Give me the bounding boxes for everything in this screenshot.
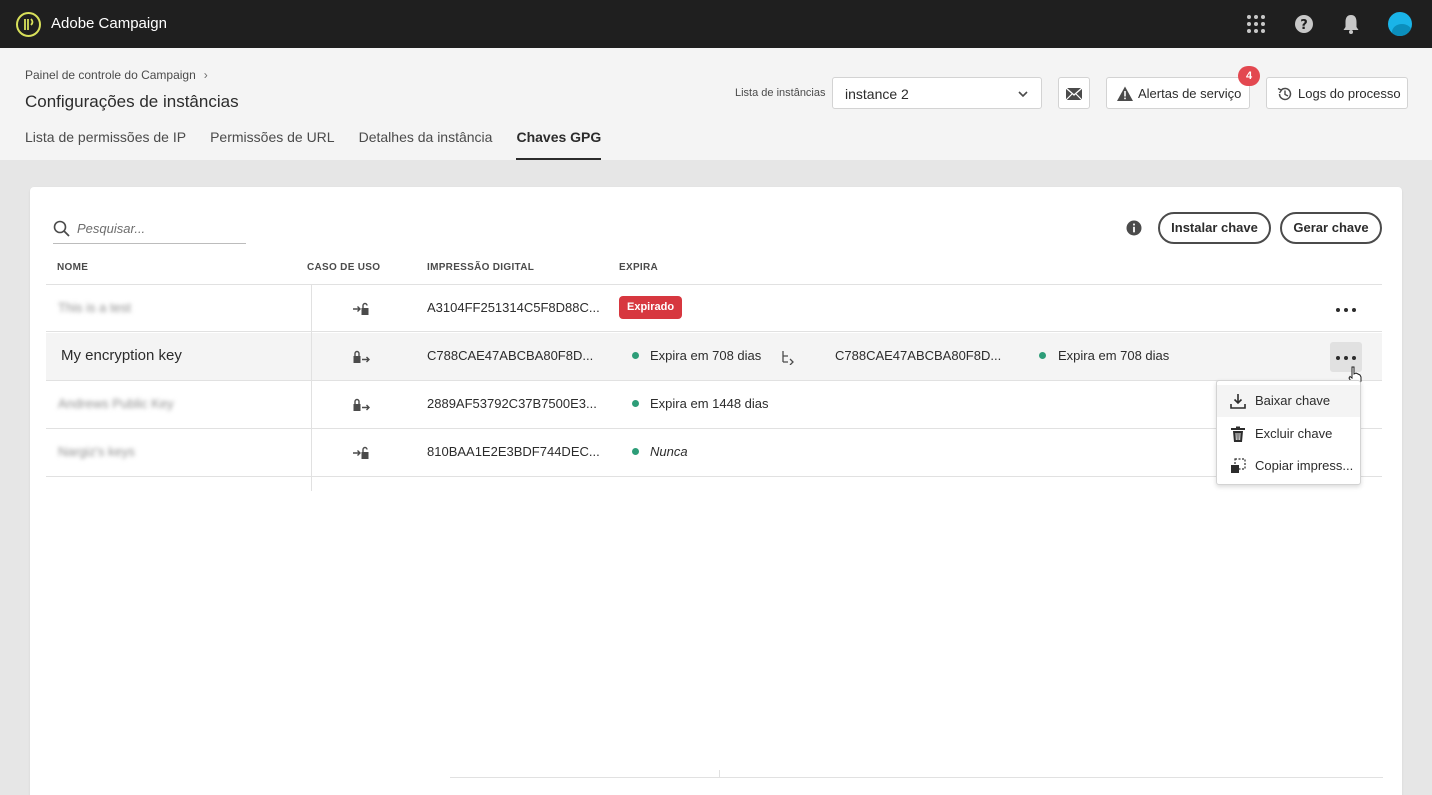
expired-badge: Expirado <box>619 296 683 319</box>
key-fingerprint: 2889AF53792C37B7500E3... <box>427 396 597 411</box>
gpg-keys-card: Pesquisar... Instalar chave Gerar chave … <box>30 187 1402 795</box>
chevron-right-icon: › <box>203 68 208 82</box>
app-title: Adobe Campaign <box>51 15 167 32</box>
ghost-expiry: Expira em 708 dias <box>1058 348 1170 363</box>
decrypt-key-icon <box>353 302 369 315</box>
process-logs-label: Logs do processo <box>1298 86 1401 101</box>
download-icon <box>1230 394 1246 409</box>
adobe-campaign-logo-icon[interactable] <box>16 12 41 37</box>
install-key-button[interactable]: Instalar chave <box>1158 212 1271 244</box>
apps-grid-icon[interactable] <box>1244 12 1268 36</box>
service-alerts-count-badge: 4 <box>1238 66 1260 86</box>
key-fingerprint: 810BAA1E2E3BDF744DEC... <box>427 444 600 459</box>
status-dot <box>1039 352 1046 359</box>
process-logs-button[interactable]: Logs do processo <box>1266 77 1408 109</box>
column-header-expires[interactable]: EXPIRA <box>619 262 658 273</box>
key-name: This is a test <box>58 300 131 315</box>
key-expiry: Expira em 708 dias <box>650 348 762 363</box>
mail-icon <box>1065 87 1083 101</box>
drag-ghost-icon <box>782 351 794 365</box>
column-header-use-case[interactable]: CASO DE USO <box>307 262 380 273</box>
menu-item-copy-fingerprint[interactable]: Copiar impress... <box>1217 450 1360 482</box>
instance-select-value: instance 2 <box>845 86 909 102</box>
ghost-fingerprint: C788CAE47ABCBA80F8D... <box>835 348 1002 363</box>
alert-triangle-icon <box>1117 86 1133 101</box>
key-fingerprint: C788CAE47ABCBA80F8D... <box>427 348 594 363</box>
generate-key-button[interactable]: Gerar chave <box>1280 212 1382 244</box>
key-expiry: Expira em 1448 dias <box>650 396 769 411</box>
decrypt-key-icon <box>353 446 369 459</box>
key-name: My encryption key <box>61 347 182 364</box>
page-header: Painel de controle do Campaign › Configur… <box>0 48 1432 160</box>
service-alerts-label: Alertas de serviço <box>1138 86 1242 101</box>
key-name: Nargiz's keys <box>58 444 135 459</box>
menu-item-label: Excluir chave <box>1255 426 1333 441</box>
tab-instance-details[interactable]: Detalhes da instância <box>359 129 493 160</box>
breadcrumb-parent[interactable]: Painel de controle do Campaign <box>25 68 196 82</box>
tab-bar: Lista de permissões de IP Permissões de … <box>25 129 625 160</box>
copy-icon <box>1231 458 1246 473</box>
menu-item-label: Baixar chave <box>1255 393 1331 408</box>
tab-ip-allowlist[interactable]: Lista de permissões de IP <box>25 129 186 160</box>
status-dot <box>632 400 639 407</box>
menu-item-delete-key[interactable]: Excluir chave <box>1217 418 1360 450</box>
service-alerts-button[interactable]: Alertas de serviço <box>1106 77 1250 109</box>
top-bar: Adobe Campaign ? <box>0 0 1432 48</box>
bell-icon[interactable] <box>1339 12 1363 36</box>
instance-select[interactable]: instance 2 <box>832 77 1042 109</box>
column-header-name[interactable]: NOME <box>57 262 88 273</box>
row-context-menu: Baixar chave Excluir chave Copiar impres… <box>1216 380 1361 485</box>
tab-gpg-keys[interactable]: Chaves GPG <box>516 129 601 160</box>
page-title: Configurações de instâncias <box>25 92 239 111</box>
breadcrumb[interactable]: Painel de controle do Campaign › <box>25 68 208 82</box>
history-clock-icon <box>1277 87 1292 101</box>
svg-text:?: ? <box>1300 18 1308 33</box>
key-name: Andrews Public Key <box>58 396 174 411</box>
table-row[interactable]: Nargiz's keys 810BAA1E2E3BDF744DEC... Nu… <box>46 429 1382 477</box>
tab-url-permissions[interactable]: Permissões de URL <box>210 129 335 160</box>
status-dot <box>632 352 639 359</box>
search-icon <box>53 220 70 237</box>
avatar[interactable] <box>1388 12 1412 36</box>
table-row[interactable]: This is a test A3104FF251314C5F8D88C... … <box>46 284 1382 332</box>
trash-icon <box>1231 426 1245 442</box>
menu-item-download-key[interactable]: Baixar chave <box>1217 385 1360 417</box>
chevron-down-icon <box>1018 91 1028 98</box>
search-field[interactable]: Pesquisar... <box>53 219 246 244</box>
footer-divider-tick <box>719 770 720 778</box>
info-icon[interactable] <box>1126 220 1142 236</box>
help-icon[interactable]: ? <box>1292 12 1316 36</box>
instance-list-label: Lista de instâncias <box>735 87 826 99</box>
row-more-button[interactable] <box>1330 294 1362 324</box>
encrypt-key-icon <box>353 350 370 363</box>
menu-item-label: Copiar impress... <box>1255 458 1354 473</box>
key-fingerprint: A3104FF251314C5F8D88C... <box>427 300 600 315</box>
table-row[interactable]: My encryption key C788CAE47ABCBA80F8D...… <box>46 333 1382 381</box>
footer-divider <box>450 777 1383 778</box>
email-button[interactable] <box>1058 77 1090 109</box>
status-dot <box>632 448 639 455</box>
encrypt-key-icon <box>353 398 370 411</box>
column-divider <box>311 285 312 491</box>
table-row[interactable]: Andrews Public Key 2889AF53792C37B7500E3… <box>46 381 1382 429</box>
column-header-fingerprint[interactable]: IMPRESSÃO DIGITAL <box>427 262 534 273</box>
key-expiry: Nunca <box>650 444 688 459</box>
search-input[interactable]: Pesquisar... <box>77 221 145 236</box>
